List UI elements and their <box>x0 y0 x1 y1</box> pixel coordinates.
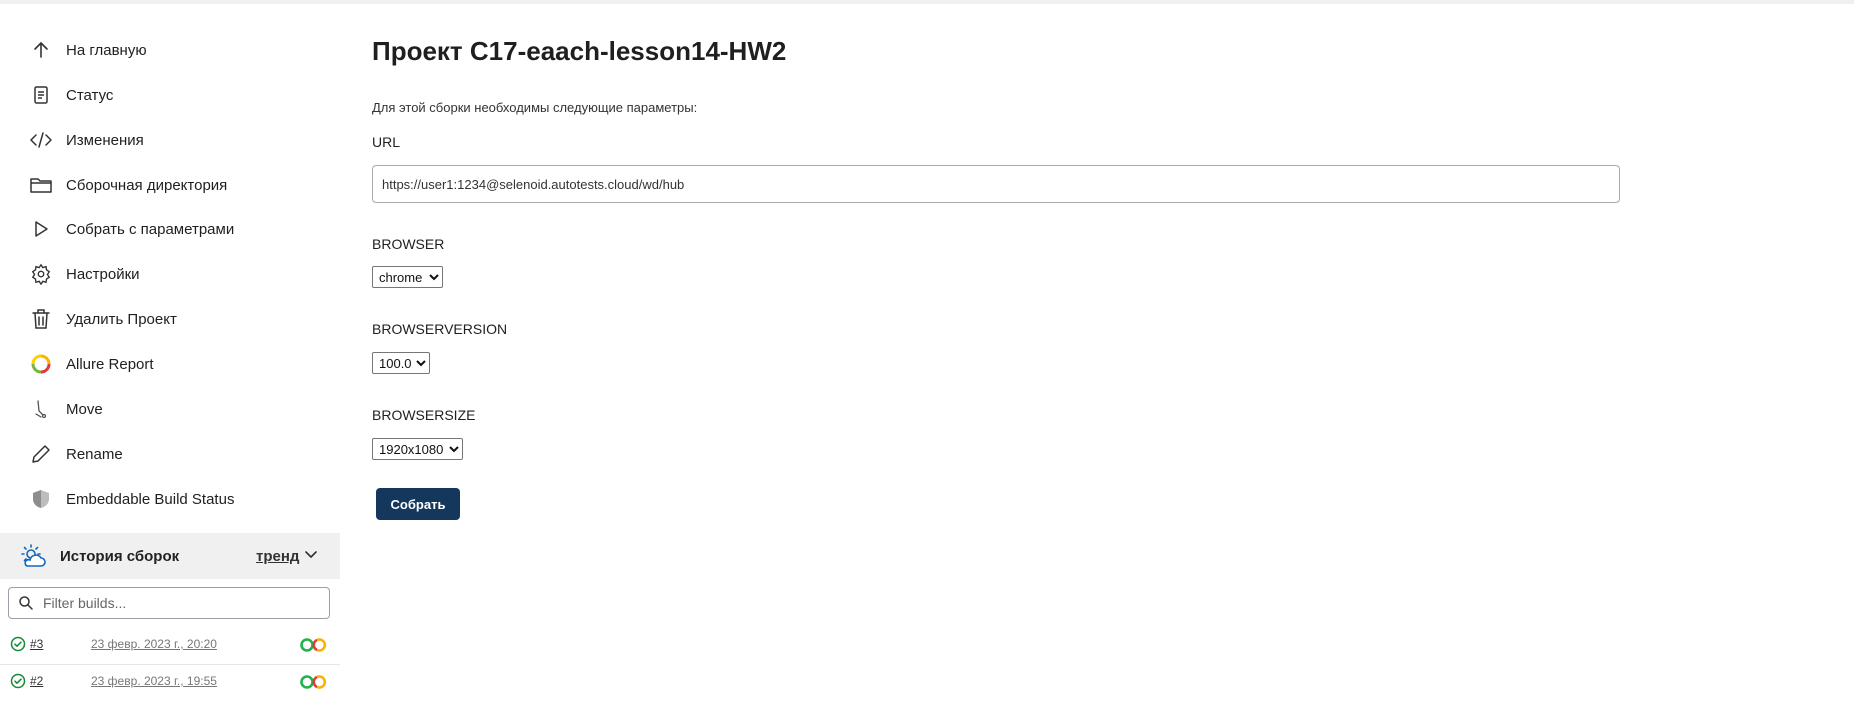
build-number-link[interactable]: #2 <box>30 674 43 688</box>
browser-select[interactable]: chrome <box>372 266 443 288</box>
sidebar-item-label: Сборочная директория <box>66 176 228 194</box>
sidebar-item-build-with-params[interactable]: Собрать с параметрами <box>24 209 324 249</box>
search-icon <box>17 594 35 612</box>
pencil-icon <box>24 442 58 466</box>
sidebar-item-label: Собрать с параметрами <box>66 220 235 238</box>
sidebar-item-label: Изменения <box>66 131 144 149</box>
params-description: Для этой сборки необходимы следующие пар… <box>372 100 698 115</box>
sidebar-item-delete-project[interactable]: Удалить Проект <box>24 299 324 339</box>
page-title: Проект C17-eaach-lesson14-HW2 <box>372 36 787 66</box>
trash-icon <box>24 307 58 331</box>
sidebar-item-rename[interactable]: Rename <box>24 434 324 474</box>
sidebar-item-home[interactable]: На главную <box>24 30 324 70</box>
folder-icon <box>24 173 58 197</box>
sidebar-item-settings[interactable]: Настройки <box>24 254 324 294</box>
sidebar-item-label: Move <box>66 400 103 418</box>
browser-size-select[interactable]: 1920x1080 <box>372 438 463 460</box>
weather-icon <box>18 541 48 571</box>
browser-size-label: BROWSERSIZE <box>372 407 476 423</box>
sidebar-item-label: Rename <box>66 445 123 463</box>
success-icon <box>10 673 26 694</box>
move-icon <box>24 397 58 421</box>
sidebar-item-label: Удалить Проект <box>66 310 177 328</box>
url-input[interactable] <box>372 165 1620 203</box>
gear-icon <box>24 262 58 286</box>
success-icon <box>10 636 26 657</box>
sidebar-item-changes[interactable]: Изменения <box>24 120 324 160</box>
allure-icon <box>24 352 58 376</box>
allure-report-icon[interactable] <box>298 674 330 695</box>
code-icon <box>24 128 58 152</box>
sidebar-item-label: Embeddable Build Status <box>66 490 235 508</box>
filter-builds-field[interactable] <box>8 587 330 619</box>
sidebar-item-move[interactable]: Move <box>24 389 324 429</box>
filter-builds-input[interactable] <box>41 594 325 612</box>
build-date-link[interactable]: 23 февр. 2023 г., 20:20 <box>91 637 217 651</box>
build-history-title: История сборок <box>60 547 180 565</box>
build-row: #3 23 февр. 2023 г., 20:20 <box>0 628 340 664</box>
sidebar-item-allure-report[interactable]: Allure Report <box>24 344 324 384</box>
allure-report-icon[interactable] <box>298 637 330 658</box>
url-label: URL <box>372 134 401 150</box>
document-icon <box>24 83 58 107</box>
sidebar-item-label: Статус <box>66 86 114 104</box>
arrow-up-icon <box>24 38 58 62</box>
sidebar-item-status[interactable]: Статус <box>24 75 324 115</box>
browser-label: BROWSER <box>372 236 445 252</box>
sidebar-item-workspace[interactable]: Сборочная директория <box>24 165 324 205</box>
build-row: #2 23 февр. 2023 г., 19:55 <box>0 664 340 701</box>
build-history-header: История сборок тренд <box>0 533 340 579</box>
sidebar-item-label: На главную <box>66 41 147 59</box>
build-button[interactable]: Собрать <box>376 488 460 520</box>
browser-version-label: BROWSERVERSION <box>372 321 508 337</box>
shield-icon <box>24 487 58 511</box>
sidebar-item-embeddable-build-status[interactable]: Embeddable Build Status <box>24 479 324 519</box>
build-date-link[interactable]: 23 февр. 2023 г., 19:55 <box>91 674 217 688</box>
sidebar-item-label: Allure Report <box>66 355 154 373</box>
trend-link[interactable]: тренд <box>256 548 299 565</box>
build-number-link[interactable]: #3 <box>30 637 43 651</box>
play-icon <box>24 217 58 241</box>
top-divider <box>0 0 1854 4</box>
chevron-down-icon[interactable] <box>304 548 318 567</box>
sidebar-item-label: Настройки <box>66 265 140 283</box>
browser-version-select[interactable]: 100.0 <box>372 352 430 374</box>
